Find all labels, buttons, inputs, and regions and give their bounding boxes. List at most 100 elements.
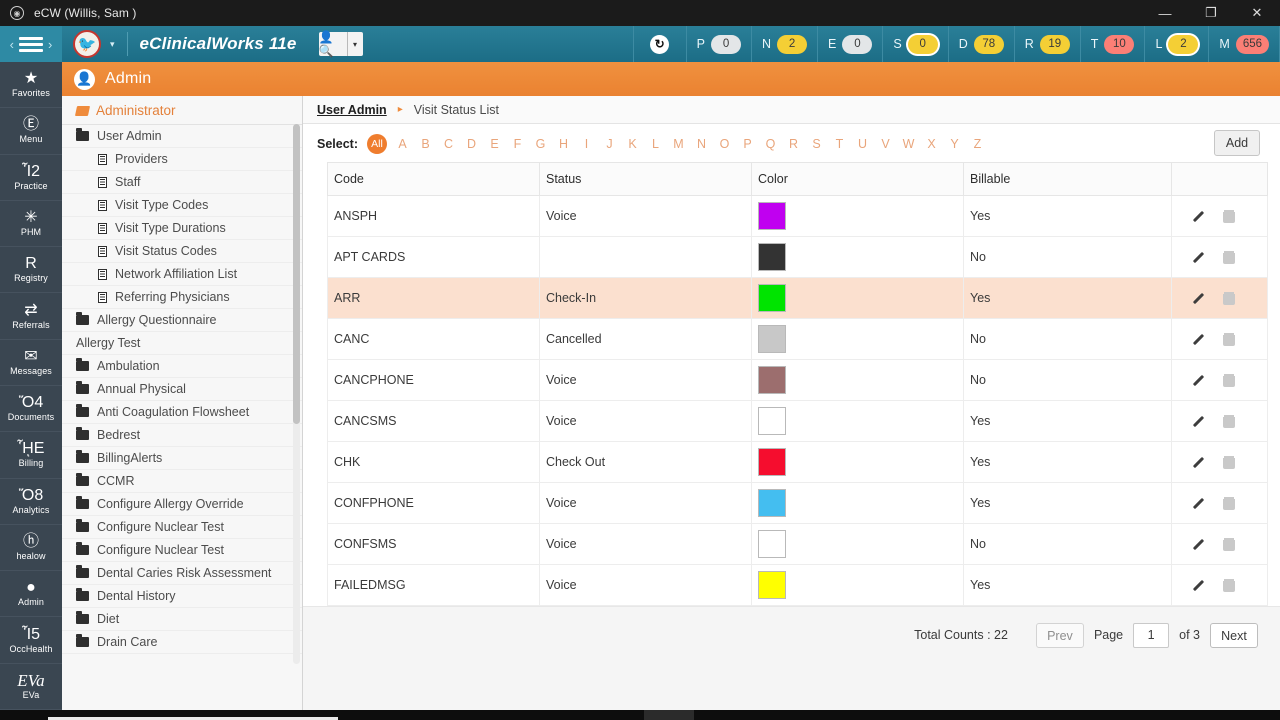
- tree-item-drain-care[interactable]: Drain Care: [62, 631, 302, 654]
- tree-item-annual-physical[interactable]: Annual Physical: [62, 378, 302, 401]
- alpha-filter-h[interactable]: H: [552, 137, 575, 151]
- rail-item-admin[interactable]: ● Admin: [0, 571, 62, 618]
- trash-icon[interactable]: [1223, 537, 1235, 551]
- tree-item-referring-physicians[interactable]: Referring Physicians: [62, 286, 302, 309]
- taskbar-chrome-icon[interactable]: ●: [594, 710, 644, 720]
- pencil-icon[interactable]: [1196, 374, 1209, 387]
- start-button[interactable]: [0, 710, 48, 720]
- rail-item-healow[interactable]: ⓗ healow: [0, 525, 62, 572]
- counter-n[interactable]: N2: [752, 26, 819, 62]
- refresh-icon[interactable]: ↻: [650, 34, 670, 54]
- tree-item-configure-nuclear-test[interactable]: Configure Nuclear Test: [62, 539, 302, 562]
- tree-item-visit-type-durations[interactable]: Visit Type Durations: [62, 217, 302, 240]
- trash-icon[interactable]: [1223, 250, 1235, 264]
- table-row[interactable]: CANC Cancelled No: [327, 318, 1268, 360]
- trash-icon[interactable]: [1223, 332, 1235, 346]
- alpha-filter-j[interactable]: J: [598, 137, 621, 151]
- tree-item-billingalerts[interactable]: BillingAlerts: [62, 447, 302, 470]
- nav-menu-toggle[interactable]: ‹ ›: [0, 26, 62, 62]
- trash-icon[interactable]: [1223, 496, 1235, 510]
- alpha-filter-m[interactable]: M: [667, 137, 690, 151]
- page-number-input[interactable]: 1: [1133, 623, 1170, 648]
- alpha-filter-f[interactable]: F: [506, 137, 529, 151]
- hamburger-icon[interactable]: [19, 36, 43, 52]
- tree-item-staff[interactable]: Staff: [62, 171, 302, 194]
- nav-back-arrow[interactable]: ‹: [10, 37, 14, 52]
- rail-item-analytics[interactable]: Ὄ8 Analytics: [0, 479, 62, 525]
- counter-s[interactable]: S0: [883, 26, 949, 62]
- tree-item-diet[interactable]: Diet: [62, 608, 302, 631]
- rail-item-registry[interactable]: R Registry: [0, 247, 62, 294]
- rail-item-menu[interactable]: Ⓔ Menu: [0, 108, 62, 155]
- patient-search-caret[interactable]: ▾: [348, 32, 363, 56]
- taskbar-task-view-icon[interactable]: ❑: [344, 710, 394, 720]
- alpha-filter-o[interactable]: O: [713, 137, 736, 151]
- refresh-button[interactable]: ↻: [632, 26, 687, 62]
- pencil-icon[interactable]: [1196, 292, 1209, 305]
- taskbar-ecw-flower-icon[interactable]: ✿: [694, 710, 744, 720]
- pencil-icon[interactable]: [1196, 497, 1209, 510]
- tree-item-visit-status-codes[interactable]: Visit Status Codes: [62, 240, 302, 263]
- counter-r[interactable]: R 19: [1015, 26, 1081, 62]
- taskbar-edge-icon[interactable]: e: [394, 710, 444, 720]
- tree-item-allergy-test[interactable]: Allergy Test: [62, 332, 302, 355]
- table-row[interactable]: FAILEDMSG Voice Yes: [327, 564, 1268, 606]
- tree-item-allergy-questionnaire[interactable]: Allergy Questionnaire: [62, 309, 302, 332]
- tree-item-ccmr[interactable]: CCMR: [62, 470, 302, 493]
- trash-icon[interactable]: [1223, 414, 1235, 428]
- close-button[interactable]: ✕: [1234, 0, 1280, 26]
- pencil-icon[interactable]: [1196, 333, 1209, 346]
- prev-page-button[interactable]: Prev: [1035, 623, 1084, 648]
- pencil-icon[interactable]: [1196, 456, 1209, 469]
- table-row[interactable]: CHK Check Out Yes: [327, 441, 1268, 483]
- maximize-button[interactable]: ❐: [1188, 0, 1234, 26]
- alpha-filter-c[interactable]: C: [437, 137, 460, 151]
- rail-item-favorites[interactable]: ★ Favorites: [0, 62, 62, 109]
- table-row[interactable]: CONFPHONE Voice Yes: [327, 482, 1268, 524]
- counter-l[interactable]: L2: [1145, 26, 1210, 62]
- alpha-filter-r[interactable]: R: [782, 137, 805, 151]
- pencil-icon[interactable]: [1196, 538, 1209, 551]
- tree-item-anti-coagulation-flowsheet[interactable]: Anti Coagulation Flowsheet: [62, 401, 302, 424]
- alpha-filter-u[interactable]: U: [851, 137, 874, 151]
- alpha-filter-k[interactable]: K: [621, 137, 644, 151]
- tree-item-ambulation[interactable]: Ambulation: [62, 355, 302, 378]
- taskbar-file-explorer-icon[interactable]: Ὄ1: [444, 710, 494, 720]
- alpha-filter-e[interactable]: E: [483, 137, 506, 151]
- alpha-filter-q[interactable]: Q: [759, 137, 782, 151]
- tree-item-bedrest[interactable]: Bedrest: [62, 424, 302, 447]
- table-row[interactable]: APT CARDS No: [327, 236, 1268, 278]
- alpha-filter-x[interactable]: X: [920, 137, 943, 151]
- rail-item-phm[interactable]: ✳ PHM: [0, 201, 62, 248]
- alpha-filter-v[interactable]: V: [874, 137, 897, 151]
- tree-scrollbar-thumb[interactable]: [293, 124, 300, 424]
- add-button[interactable]: Add: [1214, 130, 1260, 156]
- table-row[interactable]: CANCSMS Voice Yes: [327, 400, 1268, 442]
- rail-item-documents[interactable]: Ὄ4 Documents: [0, 386, 62, 433]
- patient-search-icon[interactable]: 👤🔍: [319, 30, 347, 58]
- alpha-filter-a[interactable]: A: [391, 137, 414, 151]
- tree-item-dental-history[interactable]: Dental History: [62, 585, 302, 608]
- table-row[interactable]: CONFSMS Voice No: [327, 523, 1268, 565]
- rail-item-billing[interactable]: ᾟE Billing: [0, 432, 62, 479]
- counter-m[interactable]: M 656: [1209, 26, 1280, 62]
- tree-item-user-admin[interactable]: User Admin: [62, 125, 302, 148]
- nav-forward-arrow[interactable]: ›: [48, 37, 52, 52]
- trash-icon[interactable]: [1223, 209, 1235, 223]
- next-page-button[interactable]: Next: [1210, 623, 1258, 648]
- alpha-filter-z[interactable]: Z: [966, 137, 989, 151]
- table-row[interactable]: CANCPHONE Voice No: [327, 359, 1268, 401]
- counter-t[interactable]: T 10: [1081, 26, 1146, 62]
- alpha-filter-w[interactable]: W: [897, 137, 920, 151]
- counter-e[interactable]: E0: [818, 26, 884, 62]
- trash-icon[interactable]: [1223, 455, 1235, 469]
- trash-icon[interactable]: [1223, 291, 1235, 305]
- trash-icon[interactable]: [1223, 578, 1235, 592]
- rail-item-occhealth[interactable]: Ἶ5 OccHealth: [0, 617, 62, 664]
- pencil-icon[interactable]: [1196, 251, 1209, 264]
- alpha-filter-all[interactable]: All: [367, 134, 387, 154]
- rail-item-messages[interactable]: ✉ Messages: [0, 340, 62, 386]
- rail-item-practice[interactable]: Ἶ2 Practice: [0, 155, 62, 201]
- table-row[interactable]: ANSPH Voice Yes: [327, 195, 1268, 237]
- pencil-icon[interactable]: [1196, 579, 1209, 592]
